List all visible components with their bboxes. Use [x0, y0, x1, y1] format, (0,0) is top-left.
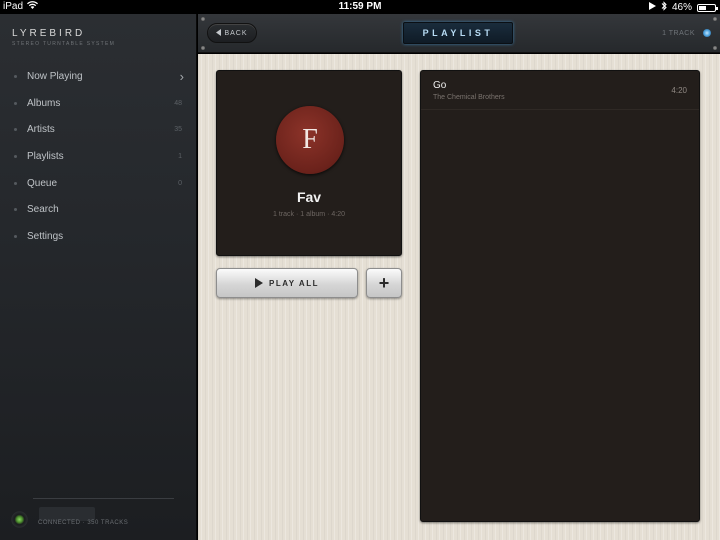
sidebar-item-settings[interactable]: Settings — [0, 223, 197, 250]
sidebar-nav: Now Playing › Albums 48 Artists 35 Playl… — [0, 63, 197, 250]
connection-display — [39, 507, 95, 521]
sidebar-item-label: Settings — [27, 230, 64, 242]
triangle-left-icon — [216, 28, 222, 38]
sidebar-item-label: Albums — [27, 97, 61, 109]
playlist-card: F Fav 1 track · 1 album · 4:20 — [216, 70, 402, 256]
track-duration: 4:20 — [671, 86, 687, 95]
screw-icon — [713, 46, 717, 50]
sidebar-item-now-playing[interactable]: Now Playing › — [0, 63, 197, 90]
sidebar-item-label: Now Playing — [27, 70, 83, 82]
track-list: Go The Chemical Brothers 4:20 — [420, 70, 700, 522]
bullet-icon — [14, 235, 17, 239]
sidebar-item-label: Search — [27, 204, 59, 216]
sidebar-item-queue[interactable]: Queue 0 — [0, 170, 197, 197]
play-indicator-icon — [648, 2, 656, 13]
clock: 11:59 PM — [338, 1, 382, 12]
app-subtitle: STEREO TURNTABLE SYSTEM — [12, 41, 116, 47]
connection-status: CONNECTED · 350 TRACKS — [38, 520, 129, 526]
status-led-icon — [703, 29, 711, 37]
play-all-button[interactable]: PLAY ALL — [216, 268, 358, 298]
playlist-name: Fav — [296, 189, 322, 205]
track-count: 1 TRACK — [662, 30, 695, 37]
chevron-right-icon: › — [179, 68, 184, 84]
screw-icon — [201, 17, 205, 21]
sidebar-item-count: 48 — [174, 99, 182, 107]
track-row[interactable]: Go The Chemical Brothers 4:20 — [421, 71, 699, 110]
sidebar-divider — [33, 498, 174, 499]
sidebar-item-search[interactable]: Search — [0, 196, 197, 223]
sidebar-item-label: Artists — [27, 124, 55, 136]
connection-led-icon — [11, 511, 28, 528]
back-label: BACK — [224, 29, 248, 37]
screw-icon — [713, 17, 717, 21]
status-bar: iPad 11:59 PM 46% — [0, 0, 720, 14]
sidebar-item-label: Queue — [27, 177, 58, 189]
bullet-icon — [14, 101, 17, 105]
sidebar-item-count: 35 — [174, 126, 182, 134]
add-button[interactable]: + — [366, 268, 402, 298]
sidebar-item-count: 1 — [178, 152, 182, 160]
battery-fill — [699, 5, 706, 10]
app-logo: LYREBIRD — [12, 28, 86, 39]
bullet-icon — [14, 155, 17, 159]
bullet-icon — [14, 208, 17, 212]
playlist-avatar: F — [276, 106, 344, 174]
playlist-meta: 1 track · 1 album · 4:20 — [273, 211, 345, 218]
bluetooth-icon — [661, 1, 667, 14]
sidebar-item-label: Playlists — [27, 150, 64, 162]
back-button[interactable]: BACK — [207, 23, 257, 43]
sidebar-item-playlists[interactable]: Playlists 1 — [0, 143, 197, 170]
top-bar: BACK PLAYLIST 1 TRACK — [198, 14, 720, 53]
track-title: Go — [433, 80, 447, 91]
play-icon — [255, 278, 264, 288]
sidebar-item-albums[interactable]: Albums 48 — [0, 90, 197, 117]
sidebar-item-artists[interactable]: Artists 35 — [0, 116, 197, 143]
play-all-label: PLAY ALL — [269, 278, 319, 288]
page-title: PLAYLIST — [403, 22, 513, 44]
sidebar: LYREBIRD STEREO TURNTABLE SYSTEM Now Pla… — [0, 14, 197, 540]
battery-percent: 46% — [671, 2, 692, 13]
sidebar-item-count: 0 — [178, 179, 182, 187]
battery-icon — [697, 3, 718, 12]
bullet-icon — [14, 181, 17, 185]
track-artist: The Chemical Brothers — [433, 94, 505, 101]
screw-icon — [201, 46, 205, 50]
bullet-icon — [14, 75, 17, 78]
bullet-icon — [14, 128, 17, 132]
